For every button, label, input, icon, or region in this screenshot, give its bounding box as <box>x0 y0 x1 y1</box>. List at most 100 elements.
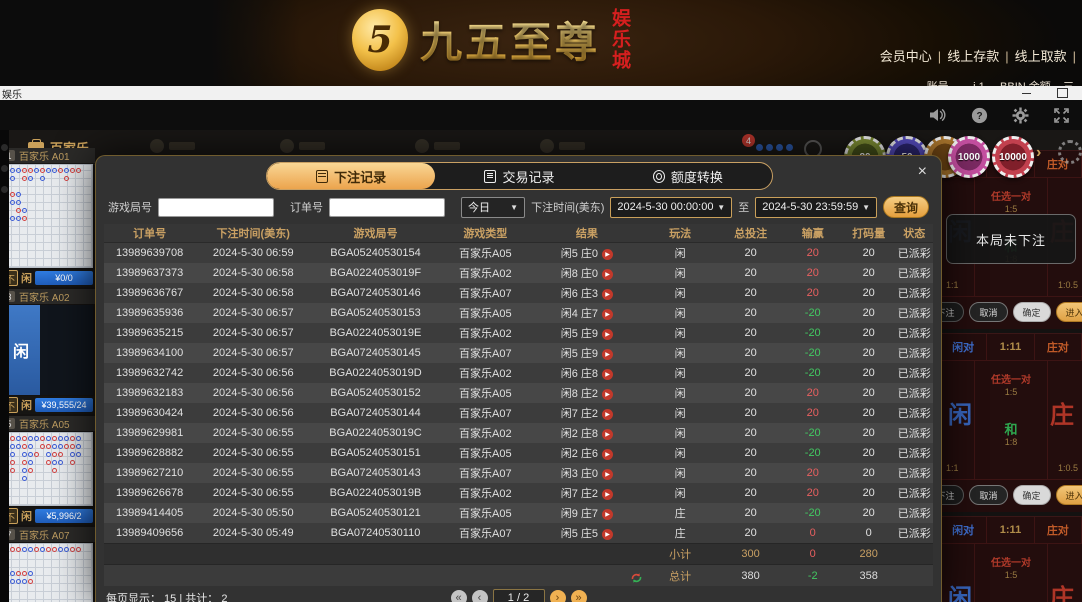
refresh-icon[interactable] <box>630 572 643 584</box>
to-datetime-select[interactable]: 2024-5-30 23:59:59 ▼ <box>755 197 877 218</box>
cell: BGA05240530152 <box>311 387 439 399</box>
sidebar-table-7[interactable]: 7百家乐 A07 <box>0 527 95 602</box>
cell: 庄 <box>643 525 718 541</box>
any-pair-cell[interactable]: 任选一对 <box>976 371 1046 386</box>
volume-icon[interactable] <box>929 107 947 123</box>
help-icon[interactable]: ? <box>971 107 988 124</box>
empty-dot <box>34 444 39 449</box>
table-row: 139896266782024-5-30 06:55BGA0224053019B… <box>104 483 933 503</box>
tie-bet-cell[interactable]: 和 <box>976 419 1046 438</box>
last-page-button[interactable]: » <box>571 590 587 602</box>
result-text: 闲6 庄3 <box>561 288 598 300</box>
player-bet-cell[interactable]: 闲 <box>948 395 972 430</box>
player-dot <box>52 460 57 465</box>
player-dot <box>58 436 63 441</box>
any-pair-cell[interactable]: 任选一对 <box>976 554 1046 569</box>
player-dot <box>16 444 21 449</box>
bet-button[interactable]: 下注 <box>940 302 964 322</box>
cell: 20 <box>842 327 896 339</box>
player-dot <box>28 452 33 457</box>
empty-dot <box>22 224 27 229</box>
first-page-button[interactable]: « <box>451 590 467 602</box>
page-indicator: 1 / 2 <box>493 589 545 602</box>
replay-icon[interactable]: ▶ <box>602 529 613 540</box>
banker-pair-cell[interactable]: 庄对 <box>1035 334 1082 360</box>
player-dot <box>22 468 27 473</box>
sidebar-table-3[interactable]: 3百家乐 A02闲不闲¥39,555/24 <box>0 289 95 414</box>
maximize-icon[interactable] <box>1057 88 1068 98</box>
chips-more-icon[interactable]: › <box>1036 144 1041 162</box>
empty-dot <box>34 216 39 221</box>
top-link[interactable]: 会员中心 <box>880 49 932 64</box>
top-link[interactable]: 线上存款 <box>947 49 999 64</box>
confirm-button[interactable]: 确定 <box>1013 485 1051 505</box>
replay-icon[interactable]: ▶ <box>602 389 613 400</box>
player-dot <box>16 216 21 221</box>
result-cell: 闲8 庄2▶ <box>531 385 643 401</box>
banker-bet-cell[interactable]: 庄 <box>1050 578 1074 602</box>
replay-icon[interactable]: ▶ <box>602 349 613 360</box>
replay-icon[interactable]: ▶ <box>602 289 613 300</box>
player-pair-cell[interactable]: 闲对 <box>940 517 987 543</box>
top-link[interactable]: 线上取款 <box>1015 49 1067 64</box>
prev-page-button[interactable]: ‹ <box>472 590 488 602</box>
table-name: 百家乐 A07 <box>19 527 70 542</box>
bet-button[interactable]: 下注 <box>940 485 964 505</box>
replay-icon[interactable]: ▶ <box>602 249 613 260</box>
order-no-input[interactable] <box>329 198 445 217</box>
player-pair-cell[interactable]: 闲对 <box>940 334 987 360</box>
tab-quota-transfer[interactable]: 额度转换 <box>604 163 772 189</box>
summary-total-bet: 380 <box>717 570 783 582</box>
table-row: 139896397082024-5-30 06:59BGA05240530154… <box>104 243 933 263</box>
next-page-button[interactable]: › <box>550 590 566 602</box>
road-row <box>4 434 91 442</box>
chip-1000[interactable]: 1000 <box>948 136 990 178</box>
replay-icon[interactable]: ▶ <box>602 409 613 420</box>
replay-icon[interactable]: ▶ <box>602 369 613 380</box>
replay-icon[interactable]: ▶ <box>602 509 613 520</box>
empty-dot <box>16 563 21 568</box>
empty-dot <box>28 184 33 189</box>
tab-transaction-records[interactable]: 交易记录 <box>435 163 603 189</box>
bet-amount: ¥0/0 <box>35 271 93 285</box>
player-bet-cell[interactable]: 闲 <box>948 578 972 602</box>
replay-icon[interactable]: ▶ <box>602 269 613 280</box>
cancel-button[interactable]: 取消 <box>969 302 1007 322</box>
empty-dot <box>70 208 75 213</box>
banker-pair-cell[interactable]: 庄对 <box>1035 517 1082 543</box>
any-pair-cell[interactable]: 任选一对 <box>976 188 1046 203</box>
cell: 闲 <box>643 345 718 361</box>
empty-dot <box>10 224 15 229</box>
fullscreen-icon[interactable] <box>1053 107 1070 124</box>
banker-bet-cell[interactable]: 庄 <box>1050 395 1074 430</box>
tab-bet-records[interactable]: 下注记录 <box>267 163 435 189</box>
replay-icon[interactable]: ▶ <box>602 449 613 460</box>
confirm-button[interactable]: 确定 <box>1013 302 1051 322</box>
minimize-icon[interactable] <box>1022 93 1031 94</box>
table-row: 139896352152024-5-30 06:57BGA0224053019E… <box>104 323 933 343</box>
replay-icon[interactable]: ▶ <box>602 469 613 480</box>
replay-icon[interactable]: ▶ <box>602 309 613 320</box>
cell: 庄 <box>643 505 718 521</box>
betting-panels: 闲对1:11庄对闲1:1任选一对1:5和1:8庄1:0.5本局未下注下注取消确定… <box>940 150 1082 602</box>
chip-settings-icon[interactable] <box>1058 140 1082 164</box>
chip-10000[interactable]: 10000 <box>992 136 1034 178</box>
replay-icon[interactable]: ▶ <box>602 489 613 500</box>
empty-dot <box>64 224 69 229</box>
game-no-input[interactable] <box>158 198 274 217</box>
settings-gear-icon[interactable] <box>1012 107 1029 124</box>
chevron-down-icon: ▼ <box>510 203 518 212</box>
enter-button[interactable]: 进入 <box>1056 302 1082 322</box>
sidebar-table-5[interactable]: 5百家乐 A05不闲¥5,996/2 <box>0 416 95 525</box>
replay-icon[interactable]: ▶ <box>602 429 613 440</box>
enter-button[interactable]: 进入 <box>1056 485 1082 505</box>
replay-icon[interactable]: ▶ <box>602 329 613 340</box>
result-cell: 闲5 庄9▶ <box>531 345 643 361</box>
search-button[interactable]: 查询 <box>883 196 929 218</box>
cell: BGA07240530143 <box>311 467 439 479</box>
cancel-button[interactable]: 取消 <box>969 485 1007 505</box>
from-datetime-select[interactable]: 2024-5-30 00:00:00 ▼ <box>610 197 732 218</box>
date-range-select[interactable]: 今日 ▼ <box>461 197 525 218</box>
close-icon[interactable]: × <box>918 164 927 180</box>
modal-footer: 每页显示： 15 | 共计： 2 « ‹ 1 / 2 › » <box>96 586 941 602</box>
